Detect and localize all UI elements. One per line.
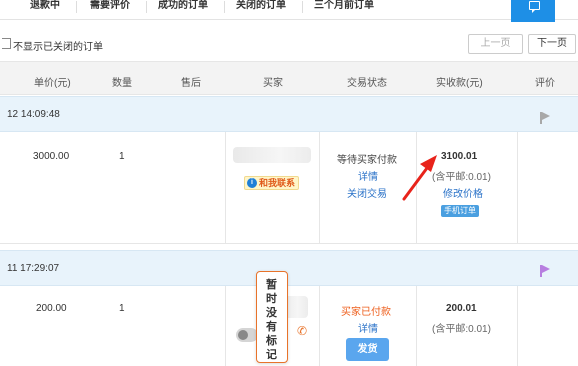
contact-me-button[interactable]: i 和我联系 — [244, 176, 300, 190]
unit-price: 3000.00 — [33, 151, 70, 162]
hide-closed-checkbox[interactable] — [2, 38, 11, 49]
order-status-tabs: 退款中 需要评价 成功的订单 关闭的订单 三个月前订单 — [0, 0, 578, 20]
modify-price-link[interactable]: 修改价格 — [443, 185, 483, 200]
order-row: 3000.00 1 i 和我联系 等待买家付款 详情 关闭交易 3100.01 … — [0, 132, 578, 244]
chat-bubble-icon — [529, 1, 540, 13]
no-mark-tooltip: 暂 时 没 有 标 记 — [256, 271, 288, 363]
filter-bar: 不显示已关闭的订单 上一页 下一页 — [0, 32, 578, 56]
col-amount-received: 实收款(元) — [436, 78, 483, 89]
phone-icon[interactable]: ✆ — [297, 324, 307, 338]
order-detail-link[interactable]: 详情 — [358, 320, 378, 335]
wangwang-icon: i — [247, 178, 257, 188]
flag-icon[interactable] — [540, 265, 550, 277]
tab-closed-orders[interactable]: 关闭的订单 — [236, 0, 286, 19]
col-rating: 评价 — [535, 78, 555, 89]
tab-successful-orders[interactable]: 成功的订单 — [158, 0, 208, 19]
trade-status: 买家已付款 — [341, 307, 391, 318]
col-buyer: 买家 — [263, 78, 283, 89]
shipping-note: (含平邮:0.01) — [432, 324, 491, 335]
amount-received: 3100.01 — [441, 151, 478, 162]
tab-divider — [224, 1, 225, 13]
unit-price: 200.00 — [36, 303, 67, 314]
order-header: 12 14:09:48 — [0, 96, 578, 132]
feedback-button[interactable] — [511, 0, 555, 22]
amount-received: 200.01 — [446, 303, 477, 314]
tab-needs-review[interactable]: 需要评价 — [90, 0, 130, 19]
tab-divider — [146, 1, 147, 13]
order-header: 11 17:29:07 — [0, 250, 578, 286]
tab-divider — [302, 1, 303, 13]
hide-closed-label: 不显示已关闭的订单 — [13, 42, 103, 53]
flag-icon[interactable] — [540, 112, 550, 124]
tab-divider — [76, 1, 77, 13]
order-time: 12 14:09:48 — [7, 109, 60, 120]
col-trade-status: 交易状态 — [347, 78, 387, 89]
prev-page-button[interactable]: 上一页 — [468, 34, 523, 54]
next-page-button[interactable]: 下一页 — [528, 34, 576, 54]
quantity: 1 — [119, 303, 125, 314]
col-quantity: 数量 — [112, 78, 132, 89]
order-detail-link[interactable]: 详情 — [358, 168, 378, 183]
tab-three-months-ago[interactable]: 三个月前订单 — [314, 0, 374, 19]
close-trade-link[interactable]: 关闭交易 — [347, 185, 387, 200]
trade-status: 等待买家付款 — [337, 155, 397, 166]
buyer-avatar-toggle[interactable] — [236, 328, 258, 342]
shipping-note: (含平邮:0.01) — [432, 172, 491, 183]
col-after-sales: 售后 — [181, 78, 201, 89]
col-unit-price: 单价(元) — [34, 78, 71, 89]
ship-button[interactable]: 发货 — [346, 338, 389, 361]
quantity: 1 — [119, 151, 125, 162]
order-time: 11 17:29:07 — [7, 263, 60, 274]
tab-refunding[interactable]: 退款中 — [30, 0, 60, 19]
column-header: 单价(元) 数量 售后 买家 交易状态 实收款(元) 评价 — [0, 61, 578, 95]
tooltip-char: 记 — [266, 349, 277, 361]
buyer-name-blurred — [233, 147, 311, 163]
phone-order-tag: 手机订单 — [441, 205, 479, 217]
order-row: 200.00 1 买家已付款 详情 发货 200.01 (含平邮:0.01) — [0, 286, 578, 366]
